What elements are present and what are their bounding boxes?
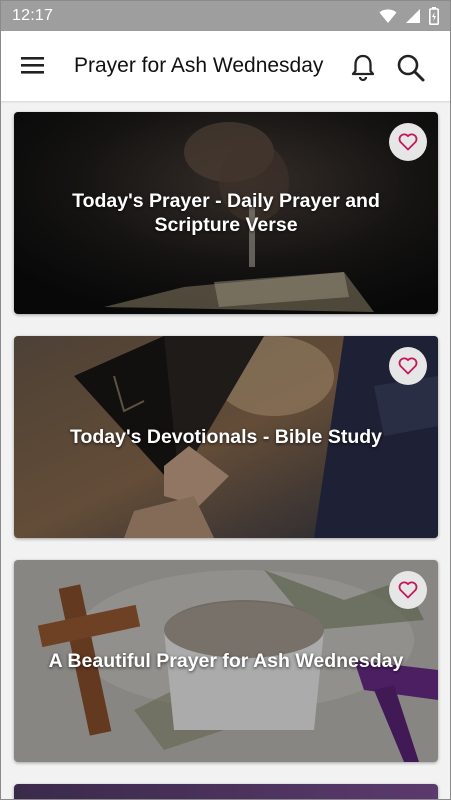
notifications-button[interactable] (348, 52, 378, 82)
card-ash-wednesday-prayer[interactable]: A Beautiful Prayer for Ash Wednesday (14, 560, 438, 762)
heart-outline-icon (398, 133, 418, 151)
page-title: Prayer for Ash Wednesday (74, 54, 324, 77)
card-image-partial (14, 784, 438, 800)
card-partial[interactable] (14, 784, 438, 800)
battery-icon (429, 6, 439, 25)
heart-outline-icon (398, 357, 418, 375)
card-title: Today's Devotionals - Bible Study (70, 426, 382, 448)
card-todays-devotionals[interactable]: Today's Devotionals - Bible Study (14, 336, 438, 538)
heart-outline-icon (398, 581, 418, 599)
favorite-button[interactable] (389, 123, 427, 161)
search-button[interactable] (395, 52, 427, 84)
favorite-button[interactable] (389, 571, 427, 609)
card-title: Today's Prayer - Daily Prayer and Script… (72, 190, 380, 236)
favorite-button[interactable] (389, 347, 427, 385)
wifi-icon (379, 8, 397, 24)
signal-icon (405, 8, 421, 24)
status-bar: 12:17 (0, 0, 451, 31)
status-icons (379, 6, 439, 25)
search-icon (397, 54, 425, 82)
menu-icon (21, 57, 44, 74)
card-title: A Beautiful Prayer for Ash Wednesday (48, 650, 404, 672)
bell-icon (351, 54, 375, 82)
menu-button[interactable] (20, 53, 50, 79)
status-time: 12:17 (12, 6, 54, 24)
card-todays-prayer[interactable]: Today's Prayer - Daily Prayer and Script… (14, 112, 438, 314)
app-bar: Prayer for Ash Wednesday (0, 31, 451, 101)
